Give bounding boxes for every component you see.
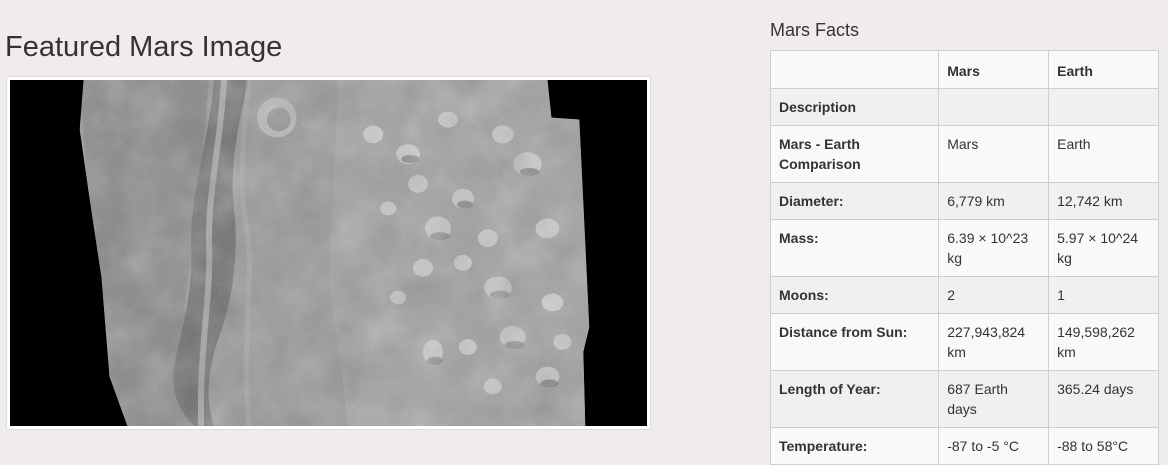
header-blank — [769, 50, 940, 89]
table-row: Mass: 6.39 × 10^23 kg 5.97 × 10^24 kg — [769, 219, 1159, 277]
featured-mars-image[interactable] — [6, 76, 651, 430]
table-row: Moons: 2 1 — [769, 276, 1159, 314]
earth-value: 1 — [1048, 276, 1159, 314]
mars-facts-table: Mars Earth Description Mars - Earth Comp… — [769, 50, 1159, 465]
mars-value: -87 to -5 °C — [938, 427, 1050, 465]
header-mars: Mars — [938, 50, 1050, 89]
mars-value: Mars — [938, 125, 1050, 183]
table-header-row: Mars Earth — [769, 50, 1159, 89]
mars-value: 6.39 × 10^23 kg — [938, 219, 1050, 277]
featured-image-title: Featured Mars Image — [5, 31, 283, 63]
row-label: Moons: — [769, 276, 940, 314]
earth-value: 149,598,262 km — [1048, 313, 1159, 371]
earth-value: -88 to 58°C — [1048, 427, 1159, 465]
row-label: Distance from Sun: — [769, 313, 940, 371]
earth-value: Earth — [1048, 125, 1159, 183]
mars-value: 687 Earth days — [938, 370, 1050, 428]
mars-value — [938, 88, 1050, 126]
table-row: Temperature: -87 to -5 °C -88 to 58°C — [769, 427, 1159, 465]
row-label: Description — [769, 88, 940, 126]
row-label: Temperature: — [769, 427, 940, 465]
table-row: Mars - Earth Comparison Mars Earth — [769, 125, 1159, 183]
row-label: Mass: — [769, 219, 940, 277]
table-row: Diameter: 6,779 km 12,742 km — [769, 182, 1159, 220]
row-label: Mars - Earth Comparison — [769, 125, 940, 183]
header-earth: Earth — [1048, 50, 1159, 89]
earth-value: 12,742 km — [1048, 182, 1159, 220]
row-label: Diameter: — [769, 182, 940, 220]
earth-value: 5.97 × 10^24 kg — [1048, 219, 1159, 277]
row-label: Length of Year: — [769, 370, 940, 428]
earth-value — [1048, 88, 1159, 126]
mars-value: 227,943,824 km — [938, 313, 1050, 371]
mars-value: 2 — [938, 276, 1050, 314]
mars-value: 6,779 km — [938, 182, 1050, 220]
table-row: Description — [769, 88, 1159, 126]
table-row: Distance from Sun: 227,943,824 km 149,59… — [769, 313, 1159, 371]
mars-facts-title: Mars Facts — [770, 20, 860, 40]
table-row: Length of Year: 687 Earth days 365.24 da… — [769, 370, 1159, 428]
mars-terrain-image — [10, 80, 647, 426]
earth-value: 365.24 days — [1048, 370, 1159, 428]
